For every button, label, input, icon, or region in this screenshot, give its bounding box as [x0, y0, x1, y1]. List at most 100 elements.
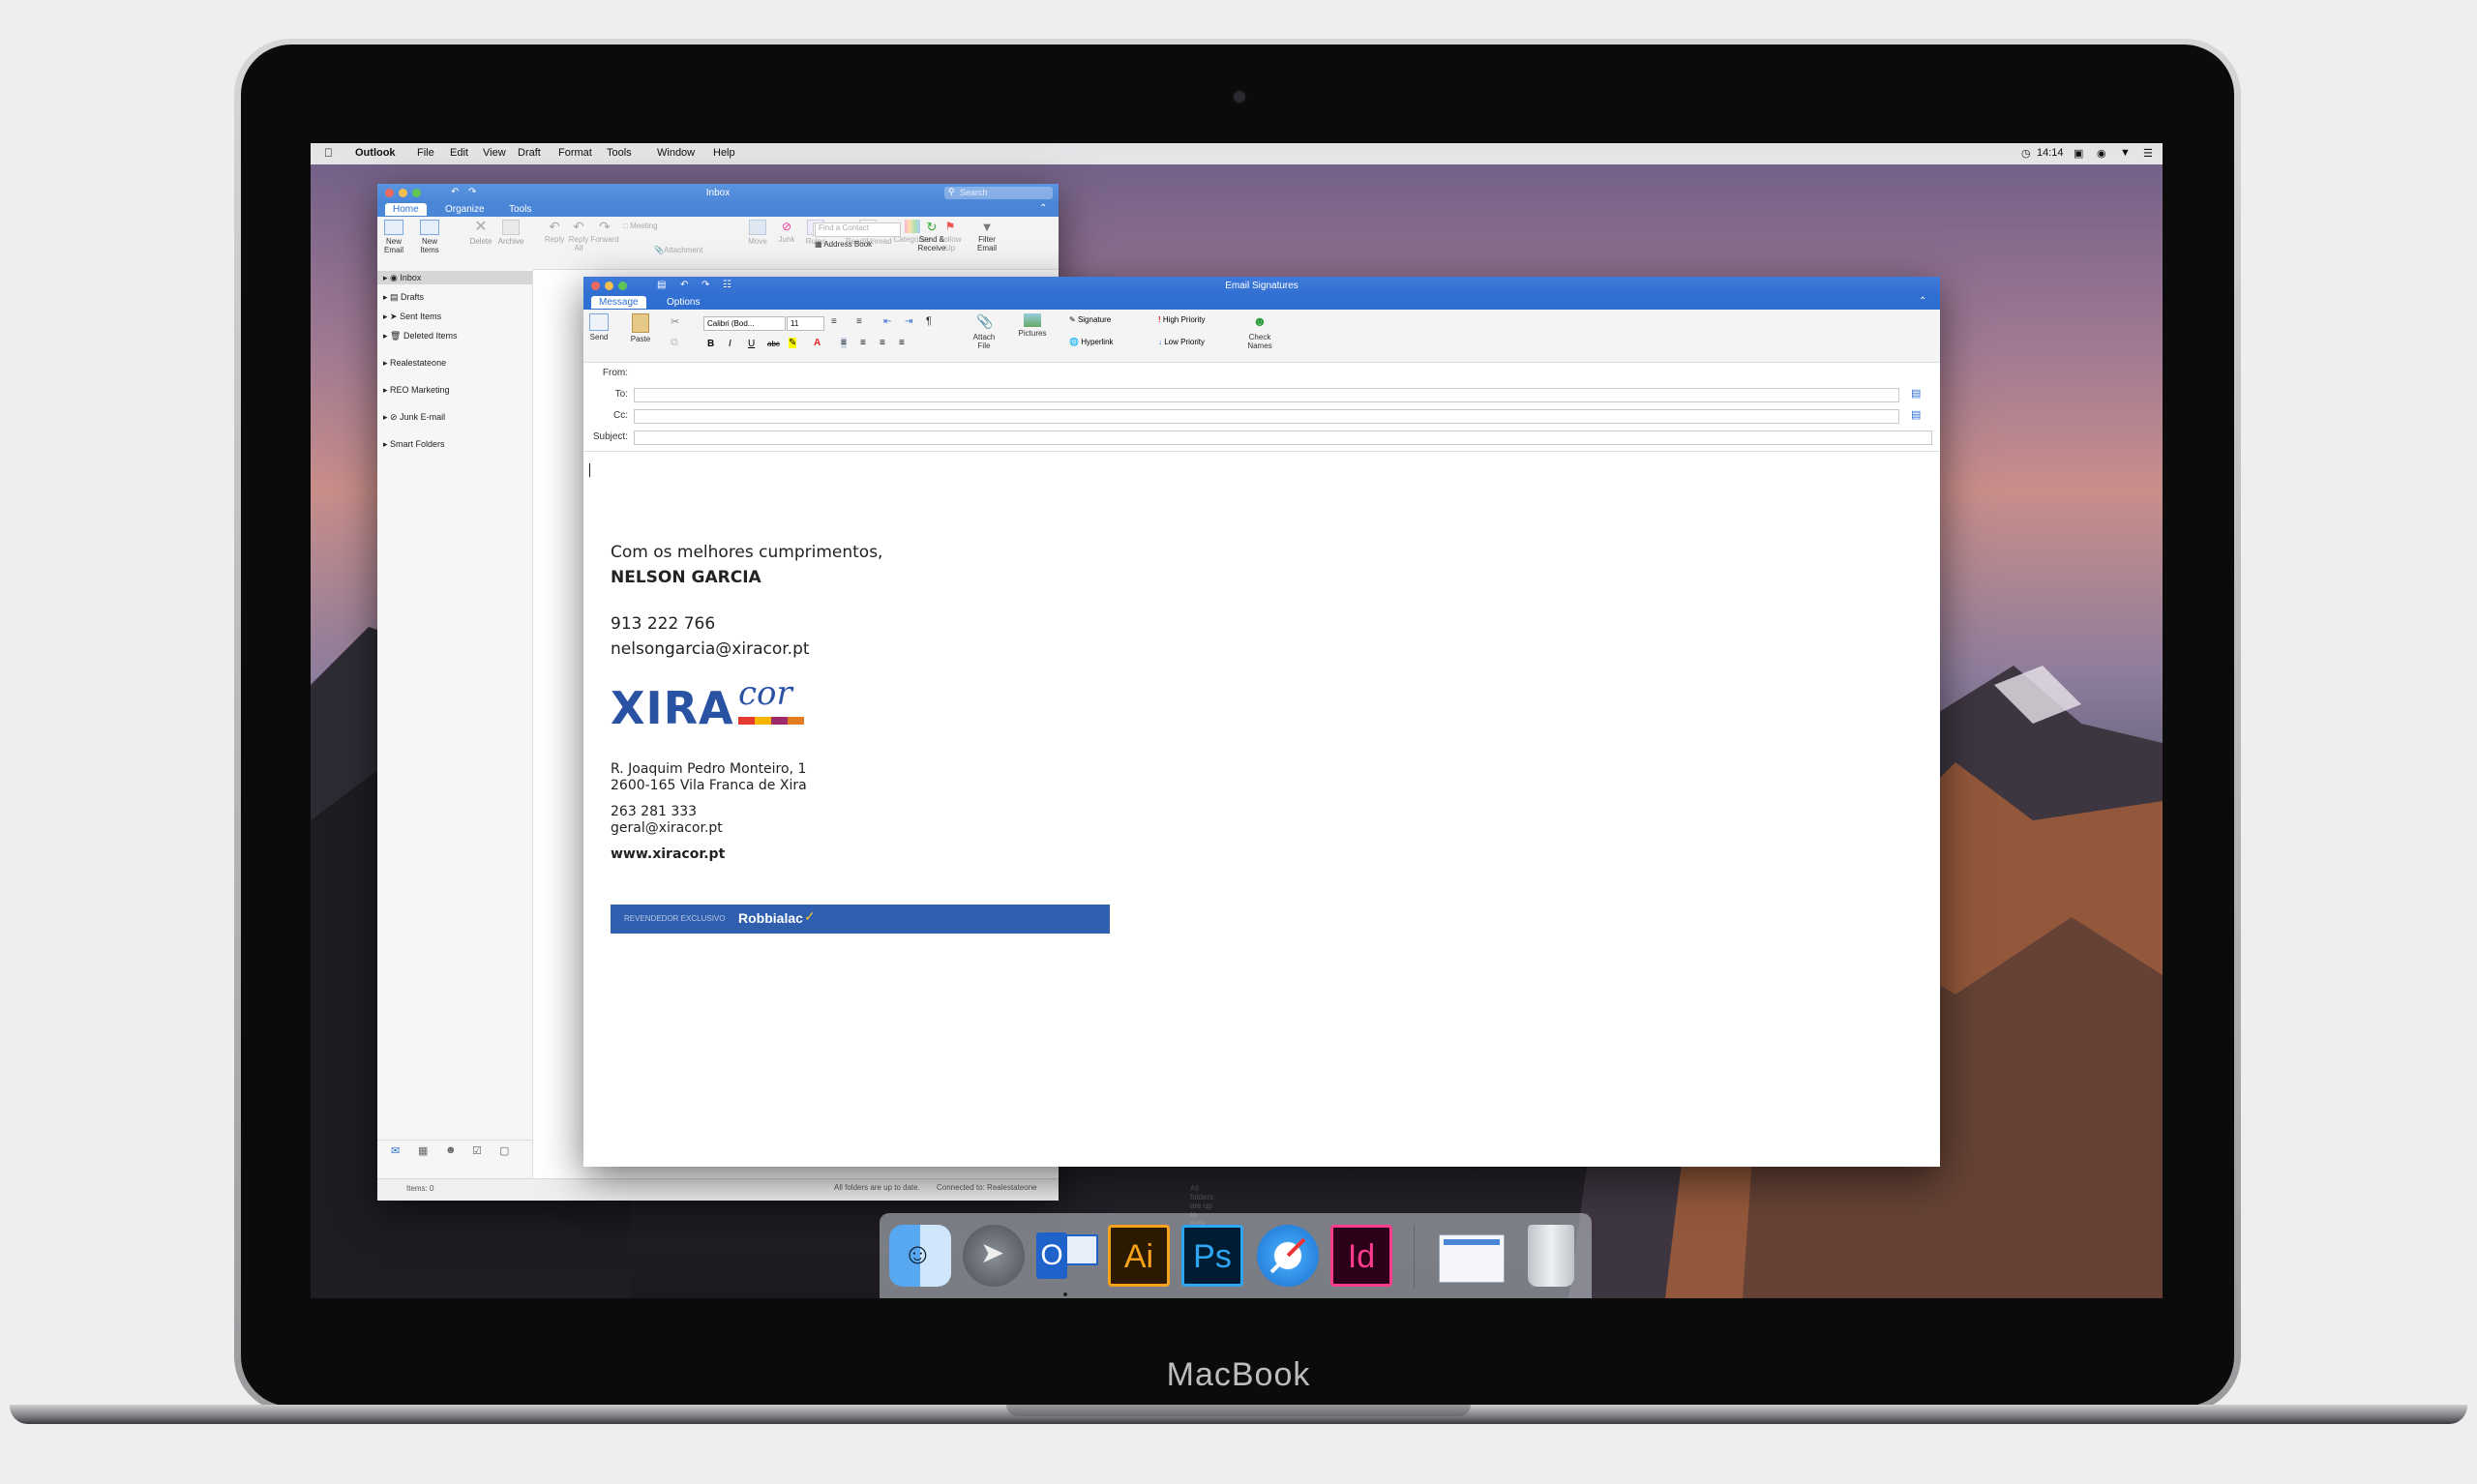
- menu-help[interactable]: Help: [713, 147, 735, 159]
- delete-button[interactable]: ✕ Delete: [468, 220, 493, 247]
- highlight-icon[interactable]: ✎: [789, 338, 797, 348]
- tab-home[interactable]: Home: [385, 203, 427, 216]
- numbering-icon[interactable]: ≡: [856, 316, 862, 327]
- sidebar-item-reo-marketing[interactable]: ▸ REO Marketing: [383, 385, 450, 396]
- low-priority-button[interactable]: ↓ Low Priority: [1158, 338, 1205, 346]
- clock-icon[interactable]: ◷: [2021, 147, 2031, 160]
- bold-icon[interactable]: B: [707, 339, 714, 349]
- font-color-icon[interactable]: A: [814, 338, 821, 348]
- outlook-icon[interactable]: O: [1034, 1225, 1098, 1287]
- paste-button[interactable]: Paste: [628, 313, 653, 343]
- sidebar-item-inbox[interactable]: ▸ ◉ Inbox: [383, 273, 421, 283]
- menubar-time[interactable]: 14:14: [2037, 147, 2064, 159]
- new-items-button[interactable]: New Items: [416, 220, 443, 254]
- clipboard-icon: [632, 313, 649, 333]
- photoshop-icon[interactable]: Ps: [1181, 1225, 1243, 1287]
- copy-icon[interactable]: ⧉: [671, 337, 678, 349]
- message-body[interactable]: Com os melhores cumprimentos, NELSON GAR…: [583, 452, 1940, 1167]
- reply-button[interactable]: ↶ Reply: [544, 220, 565, 244]
- menu-format[interactable]: Format: [558, 147, 592, 159]
- send-receive-button[interactable]: ↻ Send & Receive: [911, 220, 952, 252]
- align-center-icon[interactable]: ≡: [860, 338, 866, 348]
- bullets-icon[interactable]: ≡: [831, 316, 837, 327]
- address-book-icon[interactable]: ▤: [1911, 408, 1921, 421]
- filter-email-label: Filter Email: [976, 235, 997, 252]
- cut-icon[interactable]: ✂: [671, 315, 679, 328]
- pictures-button[interactable]: Pictures: [1015, 313, 1050, 338]
- sidebar-item-smart-folders[interactable]: ▸ Smart Folders: [383, 439, 445, 450]
- wifi-icon[interactable]: ▼: [2120, 147, 2131, 159]
- align-left-icon[interactable]: ≡: [841, 338, 847, 348]
- italic-icon[interactable]: I: [729, 339, 731, 349]
- address-book-button[interactable]: ▦ Address Book: [815, 240, 872, 249]
- list-icon[interactable]: ☰: [2143, 147, 2153, 160]
- filter-email-button[interactable]: ▼ Filter Email: [973, 220, 1000, 252]
- signature-button[interactable]: ✎ Signature: [1069, 315, 1111, 324]
- sidebar-item-account[interactable]: ▸ Realestateone: [383, 358, 446, 369]
- strikethrough-icon[interactable]: abc: [767, 340, 780, 348]
- screen-mirror-icon[interactable]: ▣: [2074, 147, 2083, 160]
- font-family-select[interactable]: Calibri (Bod...: [703, 316, 786, 331]
- cc-field[interactable]: [634, 409, 1899, 424]
- sidebar-item-drafts[interactable]: ▸ ▤ Drafts: [383, 292, 424, 303]
- tab-organize[interactable]: Organize: [445, 204, 485, 215]
- indesign-icon[interactable]: Id: [1330, 1225, 1392, 1287]
- font-size-select[interactable]: 11: [787, 316, 824, 331]
- meeting-button[interactable]: □ Meeting: [623, 222, 677, 230]
- collapse-ribbon-icon[interactable]: ⌃: [1919, 296, 1926, 307]
- tab-message[interactable]: Message: [591, 296, 646, 309]
- archive-button[interactable]: Archive: [497, 220, 524, 246]
- to-field[interactable]: [634, 388, 1899, 402]
- new-email-button[interactable]: New Email: [381, 220, 406, 254]
- attach-file-button[interactable]: 📎 Attach File: [969, 313, 1000, 350]
- minimized-window-icon[interactable]: [1439, 1234, 1505, 1283]
- reply-all-button[interactable]: ↶ Reply All: [567, 220, 590, 252]
- send-button[interactable]: Send: [587, 313, 611, 341]
- launchpad-icon[interactable]: ➤: [963, 1225, 1025, 1287]
- finder-icon[interactable]: ☺: [889, 1225, 951, 1287]
- menu-view[interactable]: View: [483, 147, 506, 159]
- menu-app-outlook[interactable]: Outlook: [355, 147, 396, 159]
- notes-icon[interactable]: ▢: [499, 1144, 509, 1157]
- menu-window[interactable]: Window: [657, 147, 695, 159]
- high-priority-button[interactable]: ! High Priority: [1158, 315, 1205, 324]
- address-book-icon[interactable]: ▤: [1911, 387, 1921, 400]
- collapse-ribbon-icon[interactable]: ⌃: [1039, 203, 1047, 214]
- sidebar-item-junk[interactable]: ▸ ⊘ Junk E-mail: [383, 412, 445, 423]
- increase-indent-icon[interactable]: ⇥: [905, 316, 912, 327]
- mail-icon[interactable]: ✉: [391, 1144, 400, 1157]
- tab-options[interactable]: Options: [667, 297, 700, 308]
- logo-script-text: cor: [738, 674, 792, 713]
- search-input[interactable]: ⚲ Search: [944, 187, 1053, 199]
- apple-menu-icon[interactable]: : [324, 146, 333, 160]
- attachment-button[interactable]: 📎Attachment: [654, 246, 708, 254]
- justify-icon[interactable]: ≡: [899, 338, 905, 348]
- eye-icon[interactable]: ◉: [2097, 147, 2106, 160]
- tab-tools[interactable]: Tools: [509, 204, 531, 215]
- find-contact-field[interactable]: Find a Contact: [815, 223, 901, 237]
- junk-button[interactable]: ⊘ Junk: [774, 220, 799, 244]
- underline-icon[interactable]: U: [748, 339, 755, 349]
- sidebar-item-deleted[interactable]: ▸ 🗑 Deleted Items: [383, 331, 457, 341]
- menu-file[interactable]: File: [417, 147, 434, 159]
- sidebar-item-label: Deleted Items: [403, 331, 458, 341]
- trash-icon[interactable]: [1528, 1225, 1574, 1287]
- hyperlink-button[interactable]: 🌐 Hyperlink: [1069, 338, 1114, 346]
- illustrator-icon[interactable]: Ai: [1108, 1225, 1170, 1287]
- forward-button[interactable]: ↷ Forward: [590, 220, 619, 244]
- sidebar-item-sent[interactable]: ▸ ➤ Sent Items: [383, 312, 441, 322]
- company-website[interactable]: www.xiracor.pt: [611, 846, 725, 862]
- menu-edit[interactable]: Edit: [450, 147, 468, 159]
- subject-field[interactable]: [634, 430, 1932, 445]
- check-names-button[interactable]: ☻ Check Names: [1245, 313, 1274, 350]
- menu-draft[interactable]: Draft: [518, 147, 541, 159]
- decrease-indent-icon[interactable]: ⇤: [883, 316, 891, 327]
- move-button[interactable]: Move: [745, 220, 770, 246]
- safari-icon[interactable]: [1257, 1225, 1319, 1287]
- align-right-icon[interactable]: ≡: [880, 338, 885, 348]
- menu-tools[interactable]: Tools: [607, 147, 632, 159]
- calendar-icon[interactable]: ▦: [418, 1144, 428, 1157]
- tasks-icon[interactable]: ☑: [472, 1144, 482, 1157]
- paragraph-marks-icon[interactable]: ¶: [926, 315, 932, 327]
- people-icon[interactable]: ☻: [445, 1144, 457, 1156]
